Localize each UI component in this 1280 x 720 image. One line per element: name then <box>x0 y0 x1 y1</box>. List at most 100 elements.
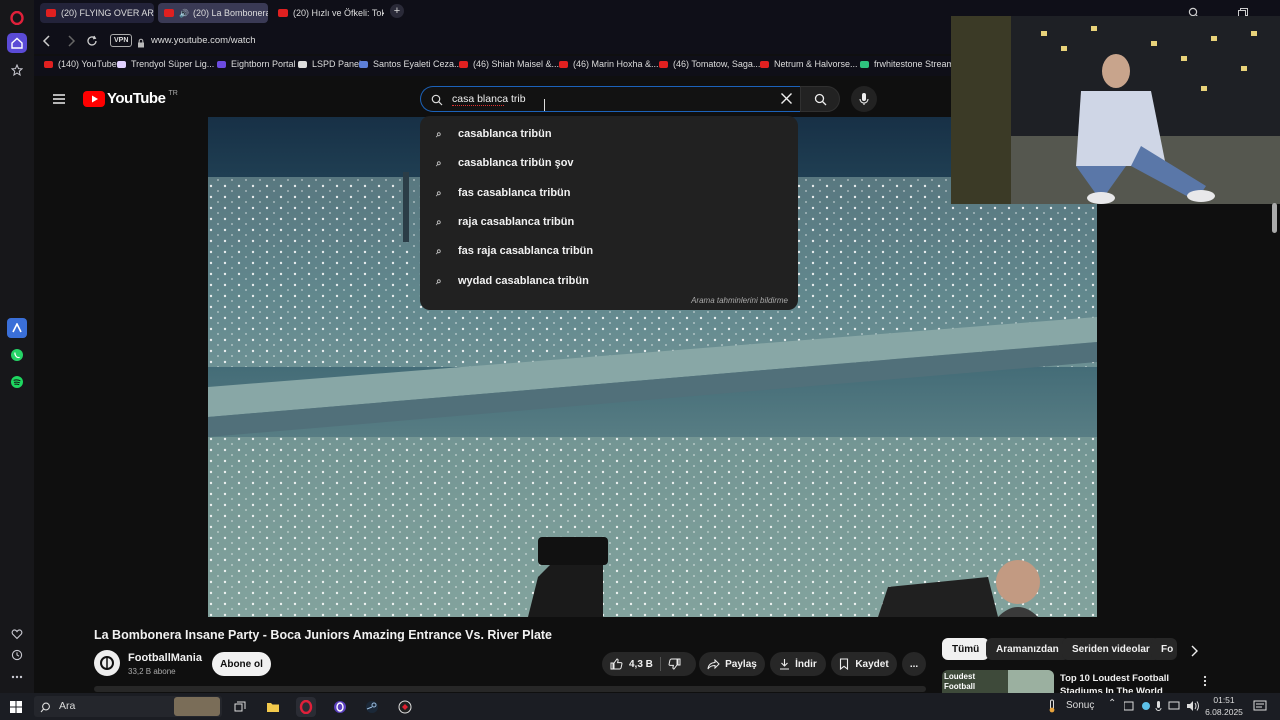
youtube-favicon-icon <box>164 9 174 17</box>
clock-time[interactable]: 01:51 <box>1204 695 1244 705</box>
suggestion-item[interactable]: ⌕ fas raja casablanca tribün <box>436 241 593 261</box>
taskbar-search-box[interactable]: Ara <box>34 696 222 717</box>
bookmark-item[interactable]: frwhitestone Stream... <box>860 59 962 69</box>
bookmark-icon <box>840 658 849 670</box>
bookmark-item[interactable]: Trendyol Süper Lig... <box>117 59 214 69</box>
youtube-logo[interactable]: YouTube TR <box>83 90 178 107</box>
back-icon[interactable] <box>42 34 52 52</box>
report-predictions-link[interactable]: Arama tahminlerini bildirme <box>691 296 788 305</box>
new-tab-button[interactable]: + <box>390 4 404 18</box>
steam-icon[interactable] <box>362 697 382 717</box>
kebab-menu-icon[interactable] <box>1203 674 1207 692</box>
search-icon: ⌕ <box>436 128 442 140</box>
youtube-favicon-icon <box>559 60 568 68</box>
forward-icon[interactable] <box>66 34 76 52</box>
download-button[interactable]: İndir <box>770 652 826 676</box>
video-title: La Bombonera Insane Party - Boca Juniors… <box>94 628 553 642</box>
channel-avatar[interactable] <box>94 650 120 676</box>
search-icon <box>431 93 443 111</box>
share-button[interactable]: Paylaş <box>699 652 765 676</box>
bookmark-item[interactable]: (46) Tomatow, Saga... <box>659 59 760 69</box>
bookmark-item[interactable]: (140) YouTube <box>44 59 117 69</box>
heart-icon[interactable] <box>7 624 27 644</box>
search-button-icon <box>814 93 826 105</box>
recommendation-thumbnail[interactable]: Loudest Football Stadiums <box>942 670 1054 693</box>
vpn-badge[interactable]: VPN <box>110 34 133 47</box>
volume-icon[interactable] <box>1186 699 1200 717</box>
aria-icon[interactable] <box>7 318 27 338</box>
tray-overflow-icon[interactable]: ⌃ <box>1108 698 1116 709</box>
bookmark-item[interactable]: Santos Eyaleti Ceza... <box>359 59 462 69</box>
page-scrollbar[interactable] <box>1272 203 1277 233</box>
weather-label[interactable]: Sonuç <box>1066 700 1094 711</box>
chip-series-videos[interactable]: Seriden videolar <box>1062 638 1160 660</box>
tab-flying-over[interactable]: (20) FLYING OVER ARGEN <box>40 3 154 23</box>
save-button[interactable]: Kaydet <box>831 652 897 676</box>
home-icon[interactable] <box>7 33 27 53</box>
url-field[interactable]: www.youtube.com/watch <box>151 35 256 46</box>
chip-all[interactable]: Tümü <box>942 638 990 660</box>
spotify-icon[interactable] <box>7 372 27 392</box>
opera-gx-icon[interactable] <box>330 697 350 717</box>
history-icon[interactable] <box>7 645 27 665</box>
opera-taskbar-icon[interactable] <box>296 697 316 717</box>
taskbar: Ara Sonuç ⌃ 01:51 6.08.2025 <box>0 693 1280 720</box>
youtube-play-icon <box>83 90 105 107</box>
thumbnail-image <box>1008 670 1054 693</box>
dislike-button[interactable] <box>668 658 681 673</box>
tray-apps-icon[interactable] <box>1123 699 1184 717</box>
suggestion-label: wydad casablanca tribün <box>458 275 589 287</box>
clock-date[interactable]: 6.08.2025 <box>1200 707 1248 717</box>
opera-logo-icon[interactable] <box>7 8 27 28</box>
chevron-right-icon[interactable] <box>1190 644 1198 662</box>
lspd-favicon-icon <box>298 60 307 68</box>
reload-icon[interactable] <box>86 34 98 52</box>
description-box[interactable] <box>94 686 926 692</box>
bookmark-item[interactable]: Netrum & Halvorse... <box>760 59 858 69</box>
tab-hizli-ve-ofkeli[interactable]: (20) Hızlı ve Öfkeli: Tokyo <box>272 3 384 23</box>
youtube-favicon-icon <box>459 60 468 68</box>
more-actions-button[interactable]: ... <box>902 652 926 676</box>
tab-label: (20) Hızlı ve Öfkeli: Tokyo <box>293 8 384 18</box>
search-icon: ⌕ <box>436 157 442 169</box>
bookmark-item[interactable]: LSPD Panel <box>298 59 361 69</box>
bookmark-item[interactable]: (46) Marin Hoxha &... <box>559 59 659 69</box>
search-input[interactable]: casa blanca trib <box>452 93 526 105</box>
channel-name[interactable]: FootballMania <box>128 652 202 664</box>
bookmark-label: (46) Marin Hoxha &... <box>573 59 659 69</box>
bookmark-item[interactable]: Eightborn Portal <box>217 59 296 69</box>
suggestion-item[interactable]: ⌕ wydad casablanca tribün <box>436 271 589 291</box>
chip-from-search[interactable]: Aramanızdan <box>986 638 1069 660</box>
taskbar-search-placeholder: Ara <box>59 700 76 712</box>
star-icon[interactable] <box>7 60 27 80</box>
search-suggestions: ⌕ casablanca tribün ⌕ casablanca tribün şo… <box>420 116 798 310</box>
webcam-scene-image <box>951 16 1280 204</box>
voice-search-button[interactable] <box>851 86 877 112</box>
weather-icon[interactable] <box>1047 699 1057 718</box>
search-icon: ⌕ <box>436 275 442 287</box>
tab-label: (20) FLYING OVER ARGEN <box>61 8 154 18</box>
whatsapp-icon[interactable] <box>7 345 27 365</box>
clear-search-icon[interactable] <box>780 92 793 110</box>
channel-logo-icon <box>100 656 114 670</box>
game-app-icon[interactable] <box>395 697 415 717</box>
subscribe-button[interactable]: Abone ol <box>212 652 271 676</box>
menu-icon[interactable] <box>52 92 66 110</box>
search-button[interactable] <box>800 86 840 112</box>
more-icon[interactable] <box>7 667 27 687</box>
notification-icon[interactable] <box>1253 699 1267 717</box>
recommendation-title[interactable]: Top 10 Loudest Football Stadiums In The … <box>1060 672 1195 693</box>
tab-la-bombonera[interactable]: 🔊 (20) La Bombonera In <box>158 3 268 23</box>
suggestion-item[interactable]: ⌕ casablanca tribün <box>436 124 552 144</box>
suggestion-item[interactable]: ⌕ raja casablanca tribün <box>436 212 574 232</box>
file-explorer-icon[interactable] <box>263 697 283 717</box>
windows-start-icon[interactable] <box>6 697 26 717</box>
task-view-icon[interactable] <box>230 697 250 717</box>
chip-partial[interactable]: Fo <box>1151 638 1177 660</box>
suggestion-label: raja casablanca tribün <box>458 216 575 228</box>
search-highlight-image <box>174 697 220 716</box>
suggestion-item[interactable]: ⌕ casablanca tribün şov <box>436 153 574 173</box>
suggestion-item[interactable]: ⌕ fas casablanca tribün <box>436 183 571 203</box>
bookmark-item[interactable]: (46) Shiah Maisel &... <box>459 59 559 69</box>
like-button[interactable]: 4,3 B <box>610 658 653 670</box>
